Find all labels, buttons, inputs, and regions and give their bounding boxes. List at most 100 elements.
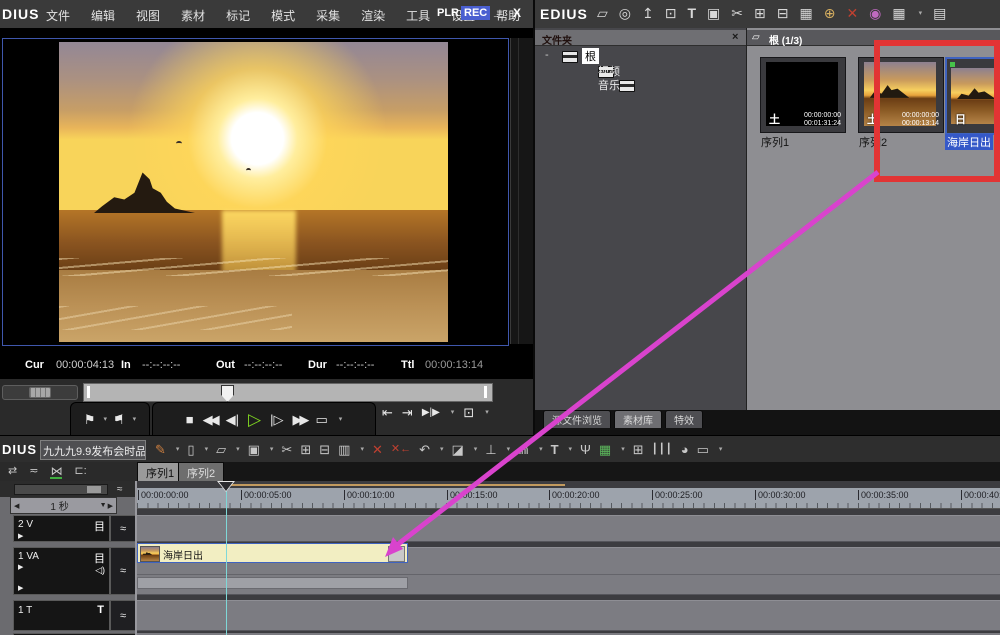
zoom-slider-handle[interactable] [87, 486, 101, 493]
create-clip-icon[interactable]: ▣ [707, 6, 720, 20]
sync-mode-icon[interactable]: ≂ [29, 466, 38, 477]
folder-icon[interactable]: ▱ [597, 6, 608, 20]
fast-forward-button[interactable]: ▶▶ [292, 413, 309, 426]
audio-faders-icon[interactable]: ┃┃┃ [652, 444, 673, 455]
color-wheel-icon[interactable]: ◕ [681, 443, 689, 456]
track-patch-1va[interactable]: ≈ [110, 547, 136, 595]
cut-clip-icon[interactable]: ✂ [281, 443, 292, 456]
time-scale-selector[interactable]: ◀ 1 秒 ▼ ▶ [10, 497, 117, 514]
set-in-flag-icon[interactable]: ⚑ [84, 413, 96, 426]
expand-audio-icon[interactable]: ▶ [18, 584, 23, 592]
track-patch-1t[interactable]: ≈ [110, 600, 136, 631]
export-button[interactable]: ⊡ [463, 406, 474, 419]
set-in-point-button[interactable]: ⇤ [382, 406, 393, 419]
caret-icon[interactable]: ▾ [569, 446, 573, 453]
seek-playhead[interactable] [221, 385, 234, 402]
track-header-1t[interactable]: 1 T T [13, 600, 110, 631]
delete-gap-icon[interactable]: ✕← [391, 444, 411, 455]
timeline-ruler[interactable]: 00:00:00:00 00:00:05:00 00:00:10:00 00:0… [137, 488, 1000, 509]
stop-button[interactable]: ■ [186, 413, 194, 426]
ripple-delete-icon[interactable]: ✕ [372, 443, 383, 456]
edit-mode-icon[interactable]: ◪ [452, 443, 464, 456]
close-button[interactable]: X [513, 6, 521, 20]
properties-icon[interactable]: ◉ [869, 6, 881, 20]
save-project-icon[interactable]: ▣ [248, 443, 260, 456]
caret-icon[interactable]: ▾ [621, 446, 625, 453]
marker-pen-icon[interactable]: ✎ [155, 443, 166, 456]
menu-view[interactable]: 视图 [132, 7, 164, 24]
folder-panel-close-icon[interactable]: × [732, 31, 738, 43]
caret-icon[interactable]: ▾ [270, 446, 274, 453]
view-caret-icon[interactable]: ▾ [919, 10, 923, 17]
tree-item-root[interactable]: 根 [582, 48, 599, 64]
create-title-icon[interactable]: T [687, 6, 696, 20]
cut-icon[interactable]: ✂ [731, 6, 743, 20]
caret-icon[interactable]: ▾ [539, 446, 543, 453]
track-patch-2v[interactable]: ≈ [110, 515, 136, 542]
seek-bar[interactable] [83, 383, 493, 402]
clip-end-handle[interactable] [388, 546, 405, 562]
caret-icon[interactable]: ▾ [360, 446, 364, 453]
loop-caret-icon[interactable]: ▾ [339, 416, 343, 423]
expand-video-icon[interactable]: ▶ [18, 563, 23, 571]
menu-mode[interactable]: 模式 [267, 7, 299, 24]
mixer-grid-icon[interactable]: ⊞ [633, 443, 644, 456]
menu-file[interactable]: 文件 [42, 7, 74, 24]
delete-icon[interactable]: ✕ [846, 6, 858, 20]
timeline-clip-audio[interactable] [137, 577, 408, 589]
tree-collapse-icon[interactable]: - [545, 49, 549, 61]
lane-1t[interactable] [137, 600, 1000, 631]
play-around-button[interactable]: ▶|▶ [422, 407, 440, 418]
out-flag-caret-icon[interactable]: ▾ [133, 416, 137, 423]
minimize-button[interactable]: _ [494, 4, 501, 18]
open-project-icon[interactable]: ▱ [216, 443, 226, 456]
timeline-clip-sunrise[interactable]: 海岸日出 [137, 543, 408, 563]
view-grid-icon[interactable]: ▦ [892, 6, 905, 20]
expand-track-icon[interactable]: ▶ [18, 532, 23, 540]
set-out-flag-icon[interactable]: ⚑ [113, 412, 125, 427]
sequence-tab-2[interactable]: 序列2 [178, 462, 225, 482]
bin-item-label[interactable]: 序列1 [761, 134, 789, 150]
caret-icon[interactable]: ▾ [236, 446, 240, 453]
lane-2v[interactable] [137, 515, 1000, 542]
set-out-point-button[interactable]: ⇥ [402, 406, 413, 419]
send-to-player-icon[interactable]: ▦ [799, 6, 812, 20]
in-flag-caret-icon[interactable]: ▾ [103, 416, 107, 423]
import-icon[interactable]: ⊡ [665, 6, 677, 20]
shuttle-handle[interactable] [29, 387, 51, 398]
bin-item-seq1[interactable]: 土 00:00:00:00 00:01:31:24 [760, 57, 846, 133]
timeline-zoom-slider[interactable] [14, 484, 108, 495]
toolbox-icon[interactable]: ▤ [933, 6, 946, 20]
voiceover-mic-icon[interactable]: Ψ [580, 443, 591, 456]
scale-down-icon[interactable]: ▼ [100, 502, 107, 509]
rewind-button[interactable]: ◀◀ [203, 413, 220, 426]
caret-icon[interactable]: ▾ [440, 446, 444, 453]
title-tool-icon[interactable]: T [551, 443, 559, 456]
menu-edit[interactable]: 编辑 [87, 7, 119, 24]
menu-clip[interactable]: 素材 [177, 7, 209, 24]
undo-icon[interactable]: ↶ [419, 443, 430, 456]
step-back-button[interactable]: ◀| [226, 413, 239, 426]
loop-playback-button[interactable]: ▭ [315, 413, 327, 426]
paste-icon[interactable]: ⊟ [777, 6, 789, 20]
track-header-1va[interactable]: 1 VA 目 ▶ ◁) ▶ [13, 547, 110, 595]
match-frame-icon[interactable]: ⋒ [518, 443, 529, 456]
tab-bin[interactable]: 素材库 [614, 410, 662, 428]
menu-tools[interactable]: 工具 [402, 7, 434, 24]
caret-icon[interactable]: ▾ [474, 446, 478, 453]
add-to-timeline-icon[interactable]: ⊕ [824, 6, 836, 20]
plr-mode-button[interactable]: PLR [437, 7, 459, 19]
tab-effects[interactable]: 特效 [665, 410, 703, 428]
caret-icon[interactable]: ▾ [176, 446, 180, 453]
search-icon[interactable]: ◎ [619, 6, 631, 20]
caret-icon[interactable]: ▾ [205, 446, 209, 453]
rec-mode-button[interactable]: REC [461, 6, 491, 20]
step-forward-button[interactable]: |▷ [270, 413, 283, 426]
preview-monitor-icon[interactable]: ▭ [697, 443, 709, 456]
tab-source-browser[interactable]: 源文件浏览 [543, 410, 611, 428]
track-header-2v[interactable]: 2 V 目 ▶ [13, 515, 110, 542]
paste-clip-icon[interactable]: ⊟ [319, 443, 330, 456]
new-sequence-icon[interactable]: ▯ [187, 443, 194, 456]
menu-capture[interactable]: 采集 [312, 7, 344, 24]
export-render-icon[interactable]: ▦ [599, 443, 611, 456]
